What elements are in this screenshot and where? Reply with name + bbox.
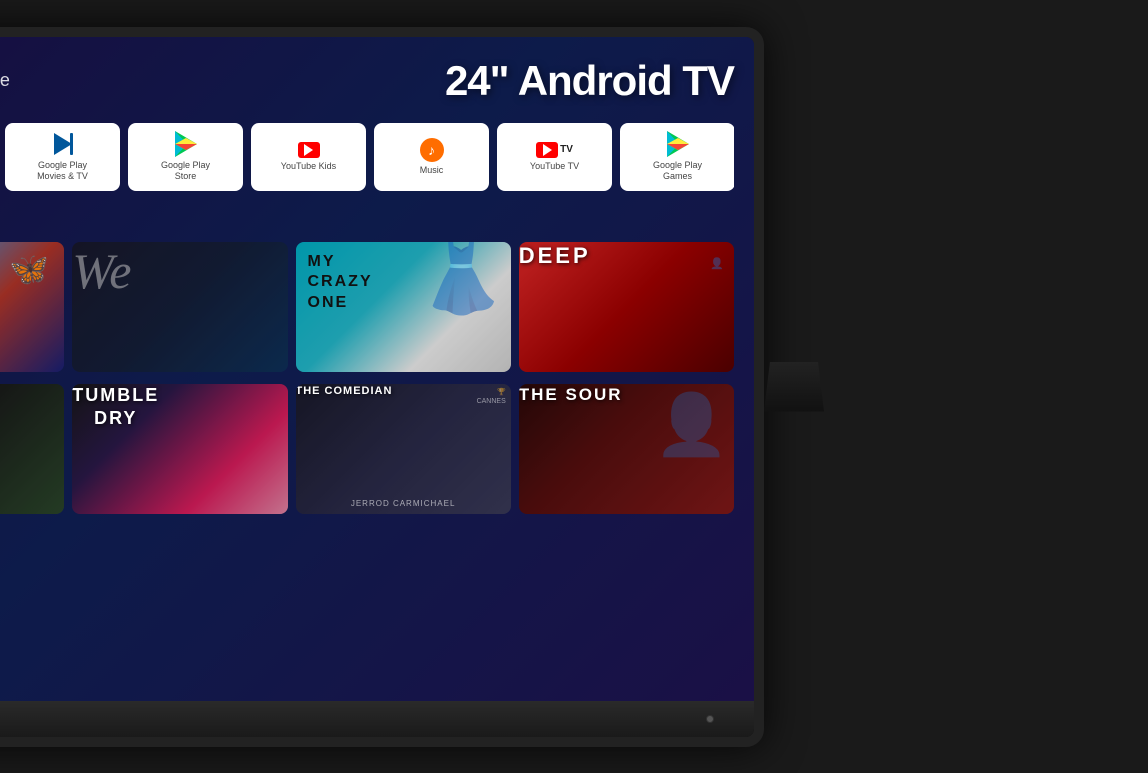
card-comedian[interactable]: 🏆CANNES THE COMEDIAN JERROD CARMICHAEL — [296, 384, 511, 514]
comedian-award: 🏆CANNES — [477, 388, 506, 408]
app-tile-music[interactable]: ♪ Music — [374, 123, 489, 191]
yt-kids-triangle — [304, 144, 313, 156]
app-tile-gp-store-inner: Google PlayStore — [128, 123, 243, 191]
tv-bezel-bottom: TOSHIBA — [0, 701, 754, 737]
we-overlay — [72, 242, 287, 372]
tv-set: Search movies, TV, and more 24" Android … — [0, 27, 764, 747]
card-sour[interactable]: 👤 THE SOUR — [519, 384, 734, 514]
gp-store-icon — [173, 131, 199, 157]
app-tile-gp-games-inner: Google PlayGames — [620, 123, 734, 191]
yt-tv-triangle — [543, 144, 552, 156]
crazy-title: MYCRAZYONE — [308, 252, 373, 314]
tv-title: 24" Android TV — [445, 57, 734, 105]
yt-tv-text: TV — [560, 144, 573, 155]
yt-tv-logo: TV — [536, 142, 573, 158]
gp-movies-label: Google PlayMovies & TV — [37, 160, 88, 182]
tv-screen: Search movies, TV, and more 24" Android … — [0, 37, 754, 701]
search-bar[interactable]: Search movies, TV, and more — [0, 61, 10, 101]
app-tile-yt-tv[interactable]: TV YouTube TV — [497, 123, 612, 191]
tumble-title: TUMBLEDRY — [72, 384, 159, 431]
card-deep[interactable]: 👤 DEEP — [519, 242, 734, 372]
yt-tv-icon — [536, 142, 558, 158]
card-crazy-one[interactable]: MYCRAZYONE 👗 — [296, 242, 511, 372]
content-row-2: JOURNEY TUMBLEDRY 🏆CANNES THE COMEDIAN — [0, 384, 734, 514]
content-area: YouTube YouTube — [0, 123, 734, 691]
yt-tv-label: YouTube TV — [530, 161, 579, 172]
card-journey[interactable]: JOURNEY — [0, 384, 64, 514]
comedian-title: THE COMEDIAN — [296, 384, 393, 398]
app-tile-gp-store[interactable]: Google PlayStore — [128, 123, 243, 191]
journey-overlay — [0, 384, 64, 514]
app-tile-gp-movies-inner: Google PlayMovies & TV — [5, 123, 120, 191]
yt-kids-label: YouTube Kids — [281, 161, 336, 172]
content-row-1: 🦋 THE FAIRY We — [0, 242, 734, 372]
music-icon: ♪ — [420, 138, 444, 162]
butterfly-decoration: 🦋 — [9, 250, 49, 288]
yt-kids-logo — [298, 142, 320, 158]
card-fairy[interactable]: 🦋 THE FAIRY — [0, 242, 64, 372]
gp-movies-icon — [50, 131, 76, 157]
comedian-subtitle: JERROD CARMICHAEL — [296, 499, 511, 508]
gp-games-icon — [665, 131, 691, 157]
app-tile-yt-kids-inner: YouTube Kids — [251, 123, 366, 191]
screen-content: Search movies, TV, and more 24" Android … — [0, 37, 754, 701]
header: Search movies, TV, and more 24" Android … — [0, 57, 734, 105]
app-tile-yt-tv-inner: TV YouTube TV — [497, 123, 612, 191]
sour-title: THE SOUR — [519, 384, 623, 406]
app-tile-gp-movies[interactable]: Google PlayMovies & TV — [5, 123, 120, 191]
app-tile-yt-kids[interactable]: YouTube Kids — [251, 123, 366, 191]
card-tumble-dry[interactable]: TUMBLEDRY — [72, 384, 287, 514]
deep-figure: 👤 — [710, 257, 724, 270]
search-hint-text: Search movies, TV, and more — [0, 70, 10, 91]
app-tile-gp-games[interactable]: Google PlayGames — [620, 123, 734, 191]
crazy-figure: 👗 — [387, 242, 505, 372]
app-tile-music-inner: ♪ Music — [374, 123, 489, 191]
yt-kids-icon — [298, 142, 320, 158]
music-label: Music — [420, 165, 444, 176]
card-we[interactable]: We — [72, 242, 287, 372]
deep-title: DEEP — [519, 242, 591, 271]
sour-figure: 👤 — [654, 389, 729, 460]
gp-store-label: Google PlayStore — [161, 160, 210, 182]
gp-games-label: Google PlayGames — [653, 160, 702, 182]
stand-leg-left — [764, 362, 824, 412]
tv-stand — [764, 362, 1148, 412]
apps-row: YouTube YouTube — [0, 123, 734, 230]
main-layout: Apps Play Next — [0, 123, 734, 691]
power-indicator — [706, 715, 714, 723]
